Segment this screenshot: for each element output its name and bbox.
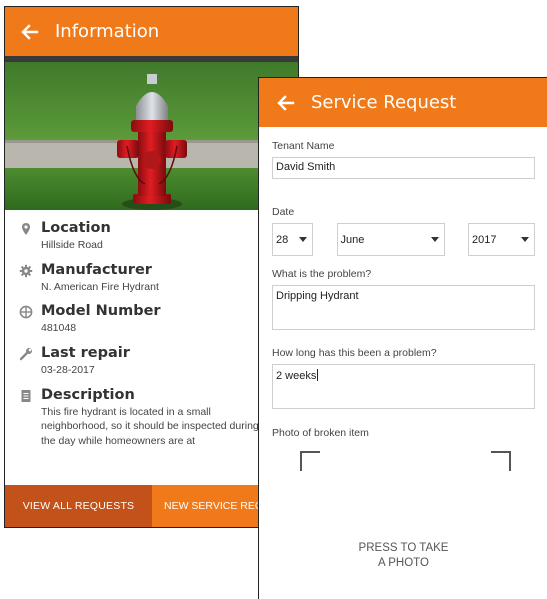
service-request-screen: Service Request Tenant Name David Smith … <box>258 77 547 599</box>
month-select[interactable]: June <box>336 223 445 256</box>
problem-label: What is the problem? <box>272 268 372 280</box>
gear-icon <box>19 264 33 277</box>
info-item-description: Description This fire hydrant is located… <box>19 387 284 449</box>
manufacturer-value: N. American Fire Hydrant <box>41 280 159 293</box>
info-item-location: Location Hillside Road <box>19 220 284 253</box>
day-value: 28 <box>276 233 289 246</box>
info-item-last-repair: Last repair 03-28-2017 <box>19 345 284 378</box>
model-number-label: Model Number <box>41 303 161 320</box>
manufacturer-label: Manufacturer <box>41 261 152 278</box>
take-photo-line-2: A PHOTO <box>378 556 429 569</box>
tenant-name-input[interactable]: David Smith <box>272 157 535 179</box>
info-app-bar: Information <box>5 7 298 56</box>
date-selectors: 28 June 2017 <box>272 223 535 256</box>
day-select[interactable]: 28 <box>272 223 313 256</box>
location-value: Hillside Road <box>41 239 103 251</box>
last-repair-value: 03-28-2017 <box>41 364 95 377</box>
info-item-manufacturer: Manufacturer N. American Fire Hydrant <box>19 262 284 295</box>
back-arrow-icon[interactable] <box>277 94 295 112</box>
year-select[interactable]: 2017 <box>468 223 535 256</box>
info-bottom-bar: VIEW ALL REQUESTS NEW SERVICE REQ <box>5 485 298 527</box>
duration-value: 2 weeks <box>276 370 317 382</box>
document-icon <box>21 389 31 402</box>
photo-label: Photo of broken item <box>272 427 369 439</box>
info-list: Location Hillside Road Manufacturer N. A… <box>5 210 298 449</box>
duration-textarea[interactable]: 2 weeks <box>272 364 535 409</box>
service-request-app-bar: Service Request <box>259 78 547 127</box>
globe-icon <box>19 305 33 319</box>
description-label: Description <box>41 386 135 403</box>
information-screen: Information Location Hillside Road Manuf… <box>4 6 299 528</box>
month-value: June <box>340 233 365 246</box>
take-photo-button[interactable]: PRESS TO TAKE A PHOTO <box>272 541 535 571</box>
take-photo-line-1: PRESS TO TAKE <box>358 542 449 554</box>
location-label: Location <box>41 220 111 236</box>
view-all-requests-button[interactable]: VIEW ALL REQUESTS <box>5 485 152 527</box>
problem-textarea[interactable]: Dripping Hydrant <box>272 285 535 330</box>
chevron-down-icon <box>299 237 307 242</box>
duration-label: How long has this been a problem? <box>272 347 437 359</box>
info-item-model-number: Model Number 481048 <box>19 303 284 336</box>
chevron-down-icon <box>430 237 439 242</box>
model-number-value: 481048 <box>41 322 77 335</box>
tenant-name-label: Tenant Name <box>272 140 335 152</box>
last-repair-label: Last repair <box>41 345 130 362</box>
wrench-icon <box>19 348 32 361</box>
service-request-title: Service Request <box>311 92 457 113</box>
service-request-form: Tenant Name David Smith Date 28 June 201… <box>259 127 547 575</box>
text-cursor <box>317 369 319 381</box>
year-value: 2017 <box>472 233 497 246</box>
viewfinder-corner-icon <box>300 451 320 471</box>
viewfinder-corner-icon <box>491 451 511 471</box>
chevron-down-icon <box>521 237 529 242</box>
date-label: Date <box>272 206 295 218</box>
photo-viewfinder[interactable]: PRESS TO TAKE A PHOTO <box>272 445 535 575</box>
description-value: This fire hydrant is located in a small … <box>41 405 259 448</box>
back-arrow-icon[interactable] <box>21 23 39 41</box>
hydrant-photo <box>5 56 298 210</box>
info-title: Information <box>55 21 160 42</box>
location-pin-icon <box>22 223 30 235</box>
